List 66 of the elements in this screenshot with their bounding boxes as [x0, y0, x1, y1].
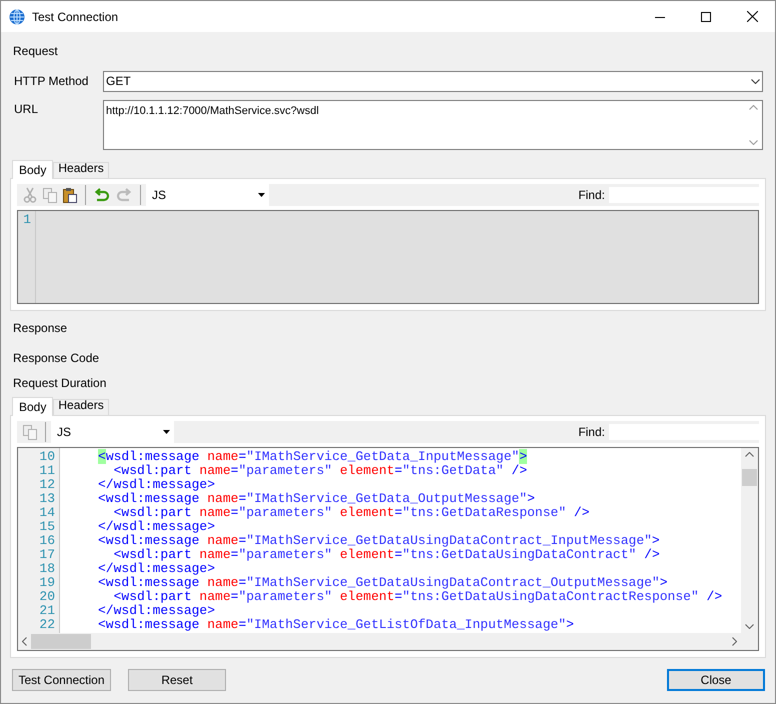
- undo-icon[interactable]: [93, 187, 111, 203]
- globe-icon: [9, 8, 25, 24]
- method-dropdown[interactable]: GET: [103, 70, 763, 92]
- line-number: 14: [38, 506, 55, 520]
- field-label: URL: [13, 101, 40, 118]
- line-number: 11: [38, 464, 55, 478]
- code-line: <wsdl:message name="IMathService_GetListOfData_InputMessage">: [98, 618, 575, 632]
- scrollbar-thumb[interactable]: [31, 634, 91, 649]
- line-number: 1: [22, 213, 31, 227]
- line-number: 22: [38, 618, 55, 632]
- line-number: 16: [38, 534, 55, 548]
- line-number: 13: [38, 492, 55, 506]
- code-line: </wsdl:message>: [98, 478, 216, 492]
- chevron-down-icon: [751, 78, 760, 84]
- language-dropdown[interactable]: JS: [146, 184, 269, 206]
- code-line: <wsdl:message name="IMathService_GetDataUsingDataContract_OutputMessage">: [98, 576, 669, 590]
- find-label: Find:: [578, 187, 605, 204]
- line-number: 19: [38, 576, 55, 590]
- vertical-scrollbar[interactable]: [741, 448, 758, 633]
- chevron-down-icon: [749, 140, 758, 145]
- clipboard-icon[interactable]: [62, 187, 78, 203]
- tab[interactable]: Headers: [53, 399, 109, 415]
- line-number: 17: [38, 548, 55, 562]
- field-label: HTTP Method: [13, 73, 90, 90]
- caret-icon: [258, 193, 265, 197]
- language-dropdown[interactable]: JS: [51, 421, 174, 443]
- chevron-right-icon: [732, 637, 737, 646]
- code-line: </wsdl:message>: [98, 562, 216, 576]
- line-number: 10: [38, 450, 55, 464]
- dialog-button[interactable]: Test Connection: [12, 669, 111, 691]
- chevron-up-icon: [749, 105, 758, 110]
- tab[interactable]: Headers: [53, 162, 109, 178]
- chevron-down-icon: [745, 624, 754, 629]
- code-line: <wsdl:part name="parameters" element="tns:GetData" />: [112, 464, 528, 478]
- line-number: 15: [38, 520, 55, 534]
- horizontal-scrollbar[interactable]: [18, 633, 758, 650]
- caret-icon: [163, 430, 170, 434]
- code-line: </wsdl:message>: [98, 520, 216, 534]
- find-label: Find:: [578, 424, 605, 441]
- code-line: </wsdl:message>: [98, 604, 216, 618]
- code-line: <wsdl:part name="parameters" element="tns:GetDataResponse" />: [112, 506, 591, 520]
- section-label: Response: [13, 320, 68, 337]
- code-editor[interactable]: [17, 447, 759, 651]
- tab[interactable]: Body: [12, 160, 54, 179]
- code-line: <wsdl:part name="parameters" element="tns:GetDataUsingDataContract" />: [112, 548, 661, 562]
- code-line: <wsdl:message name="IMathService_GetDataUsingDataContract_InputMessage">: [98, 534, 661, 548]
- line-number: 18: [38, 562, 55, 576]
- line-number: 12: [38, 478, 55, 492]
- code-line: <wsdl:part name="parameters" element="tns:GetDataUsingDataContractResponse" />: [112, 590, 724, 604]
- code-line: <wsdl:message name="IMathService_GetData_OutputMessage">: [98, 492, 536, 506]
- chevron-left-icon: [22, 637, 27, 646]
- field-label: Request Duration: [13, 375, 106, 392]
- section-label: Request: [13, 43, 58, 60]
- dialog-button[interactable]: Reset: [128, 669, 226, 691]
- line-number: 20: [38, 590, 55, 604]
- window-title: Test Connection: [32, 8, 118, 26]
- scrollbar-thumb[interactable]: [742, 469, 757, 486]
- url-field[interactable]: http://10.1.1.12:7000/MathService.svc?wsdl: [103, 100, 763, 150]
- close-icon: [746, 11, 758, 22]
- dialog-button[interactable]: Close: [667, 669, 765, 691]
- line-number: 21: [38, 604, 55, 618]
- maximize-icon: [701, 12, 711, 22]
- code-line: <wsdl:message name="IMathService_GetData_InputMessage">: [98, 450, 528, 464]
- field-label: Response Code: [13, 350, 100, 367]
- tab[interactable]: Body: [12, 397, 54, 416]
- chevron-up-icon: [745, 452, 754, 457]
